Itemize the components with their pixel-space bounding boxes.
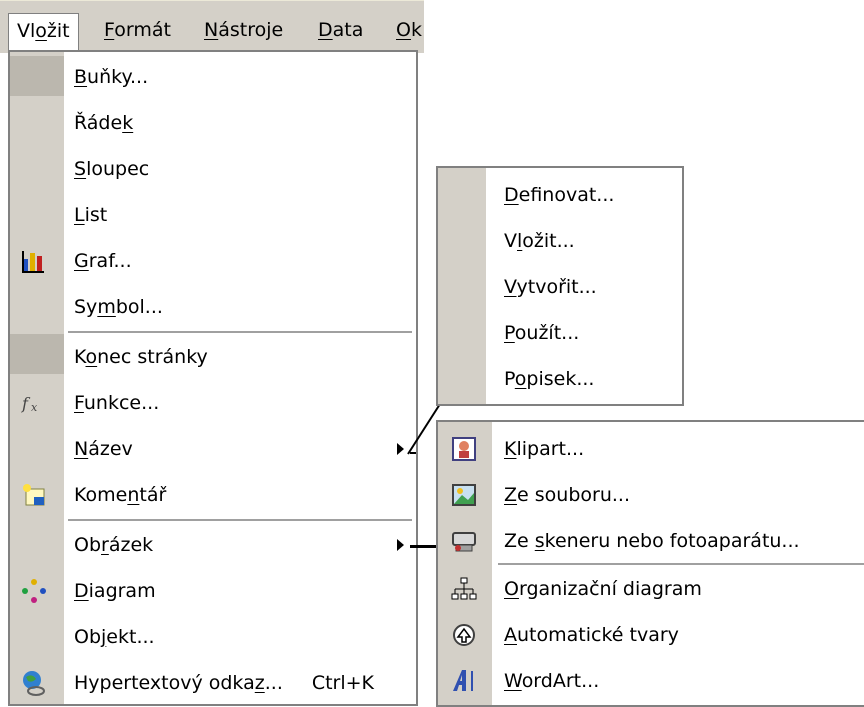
menu-item-label: Sloupec	[74, 157, 150, 180]
svg-text:x: x	[31, 401, 38, 414]
menu-item-ze-souboru[interactable]: Ze souboru...	[438, 472, 864, 517]
menu-item-label: Funkce...	[74, 391, 160, 414]
menu-item-obrazek[interactable]: Obrázek	[10, 522, 416, 567]
menu-item-vlozit[interactable]: Vložit...	[438, 218, 682, 263]
menu-item-komentar[interactable]: Komentář	[10, 472, 416, 517]
picture-file-icon	[452, 483, 476, 506]
menu-item-bunky[interactable]: Buňky...	[10, 54, 416, 99]
menu-item-label: Klipart...	[504, 437, 585, 460]
menu-item-label: Ze skeneru nebo fotoaparátu...	[504, 529, 800, 552]
menu-item-label: Použít...	[504, 321, 580, 344]
menu-item-label: Popisek...	[504, 367, 595, 390]
menu-item-label: Graf...	[74, 249, 132, 272]
menu-item-label: Vytvořit...	[504, 275, 597, 298]
menu-item-definovat[interactable]: Definovat...	[438, 172, 682, 217]
scanner-icon	[452, 531, 476, 551]
comment-icon	[23, 483, 45, 505]
menu-item-popisek[interactable]: Popisek...	[438, 356, 682, 401]
shortcut-label: Ctrl+K	[311, 671, 374, 694]
chart-icon	[22, 250, 44, 273]
menu-item-nazev[interactable]: Název	[10, 426, 416, 471]
menu-item-label: Definovat...	[504, 183, 615, 206]
menu-item-label: Diagram	[74, 579, 156, 602]
wordart-icon	[453, 669, 473, 691]
menu-item-klipart[interactable]: Klipart...	[438, 426, 864, 471]
menu-item-radek[interactable]: Řádek	[10, 100, 416, 145]
menu-item-label: Objekt...	[74, 625, 155, 648]
menu-item-symbol[interactable]: Symbol...	[10, 284, 416, 329]
menu-item-funkce[interactable]: f x Funkce...	[10, 380, 416, 425]
menu-vlozit[interactable]: Vložit	[8, 13, 79, 54]
org-chart-icon	[451, 577, 477, 599]
menu-item-label: Symbol...	[74, 295, 163, 318]
menu-format[interactable]: Formát	[96, 15, 179, 45]
menu-item-ze-skeneru[interactable]: Ze skeneru nebo fotoaparátu...	[438, 518, 864, 563]
menu-item-diagram[interactable]: Diagram	[10, 568, 416, 613]
menu-item-vytvorit[interactable]: Vytvořit...	[438, 264, 682, 309]
menu-item-automaticke-tvary[interactable]: Automatické tvary	[438, 612, 864, 657]
diagram-icon	[22, 578, 46, 603]
menu-okno[interactable]: Ok	[388, 15, 430, 45]
submenu-arrow-icon	[397, 442, 404, 455]
menu-item-label: Organizační diagram	[504, 577, 702, 600]
menu-nastroje[interactable]: Nástroje	[196, 15, 291, 45]
menu-item-graf[interactable]: Graf...	[10, 238, 416, 283]
hyperlink-icon	[23, 670, 45, 696]
menu-item-label: Řádek	[74, 111, 134, 134]
submenu-arrow-icon	[397, 538, 404, 551]
clipart-icon	[452, 436, 476, 461]
insert-menu: Buňky... Řádek Sloupec List Graf... Symb…	[8, 50, 418, 706]
menu-item-konec-stranky[interactable]: Konec stránky	[10, 334, 416, 379]
menu-item-label: Vložit...	[504, 229, 575, 252]
menu-item-label: Hypertextový odkaz...	[74, 671, 283, 694]
menu-item-label: Název	[74, 437, 133, 460]
menu-item-list[interactable]: List	[10, 192, 416, 237]
submenu-obrazek: Klipart... Ze souboru... Ze skeneru nebo…	[436, 420, 864, 707]
menu-item-label: Konec stránky	[74, 345, 208, 368]
menu-separator	[68, 331, 412, 333]
menu-item-hypertextovy-odkaz[interactable]: Hypertextový odkaz... Ctrl+K	[10, 660, 416, 705]
menu-item-label: Automatické tvary	[504, 623, 679, 646]
menu-item-organizacni-diagram[interactable]: Organizační diagram	[438, 566, 864, 611]
menu-item-objekt[interactable]: Objekt...	[10, 614, 416, 659]
menu-item-label: Obrázek	[74, 533, 154, 556]
autoshapes-icon	[453, 623, 475, 646]
menu-bar: Vložit Formát Nástroje Data Ok	[0, 0, 424, 54]
menu-item-label: Buňky...	[74, 65, 149, 88]
menu-separator	[68, 519, 412, 521]
menu-item-wordart[interactable]: WordArt...	[438, 658, 864, 703]
submenu-nazev: Definovat... Vložit... Vytvořit... Použí…	[436, 166, 684, 406]
svg-text:f: f	[21, 394, 31, 413]
menu-data[interactable]: Data	[310, 15, 371, 45]
menu-item-label: WordArt...	[504, 669, 600, 692]
function-icon: f x	[21, 394, 38, 414]
menu-item-pouzit[interactable]: Použít...	[438, 310, 682, 355]
menu-item-label: List	[74, 203, 108, 226]
menu-item-sloupec[interactable]: Sloupec	[10, 146, 416, 191]
menu-item-label: Komentář	[74, 483, 167, 506]
menu-separator	[498, 563, 864, 565]
menu-item-label: Ze souboru...	[504, 483, 630, 506]
